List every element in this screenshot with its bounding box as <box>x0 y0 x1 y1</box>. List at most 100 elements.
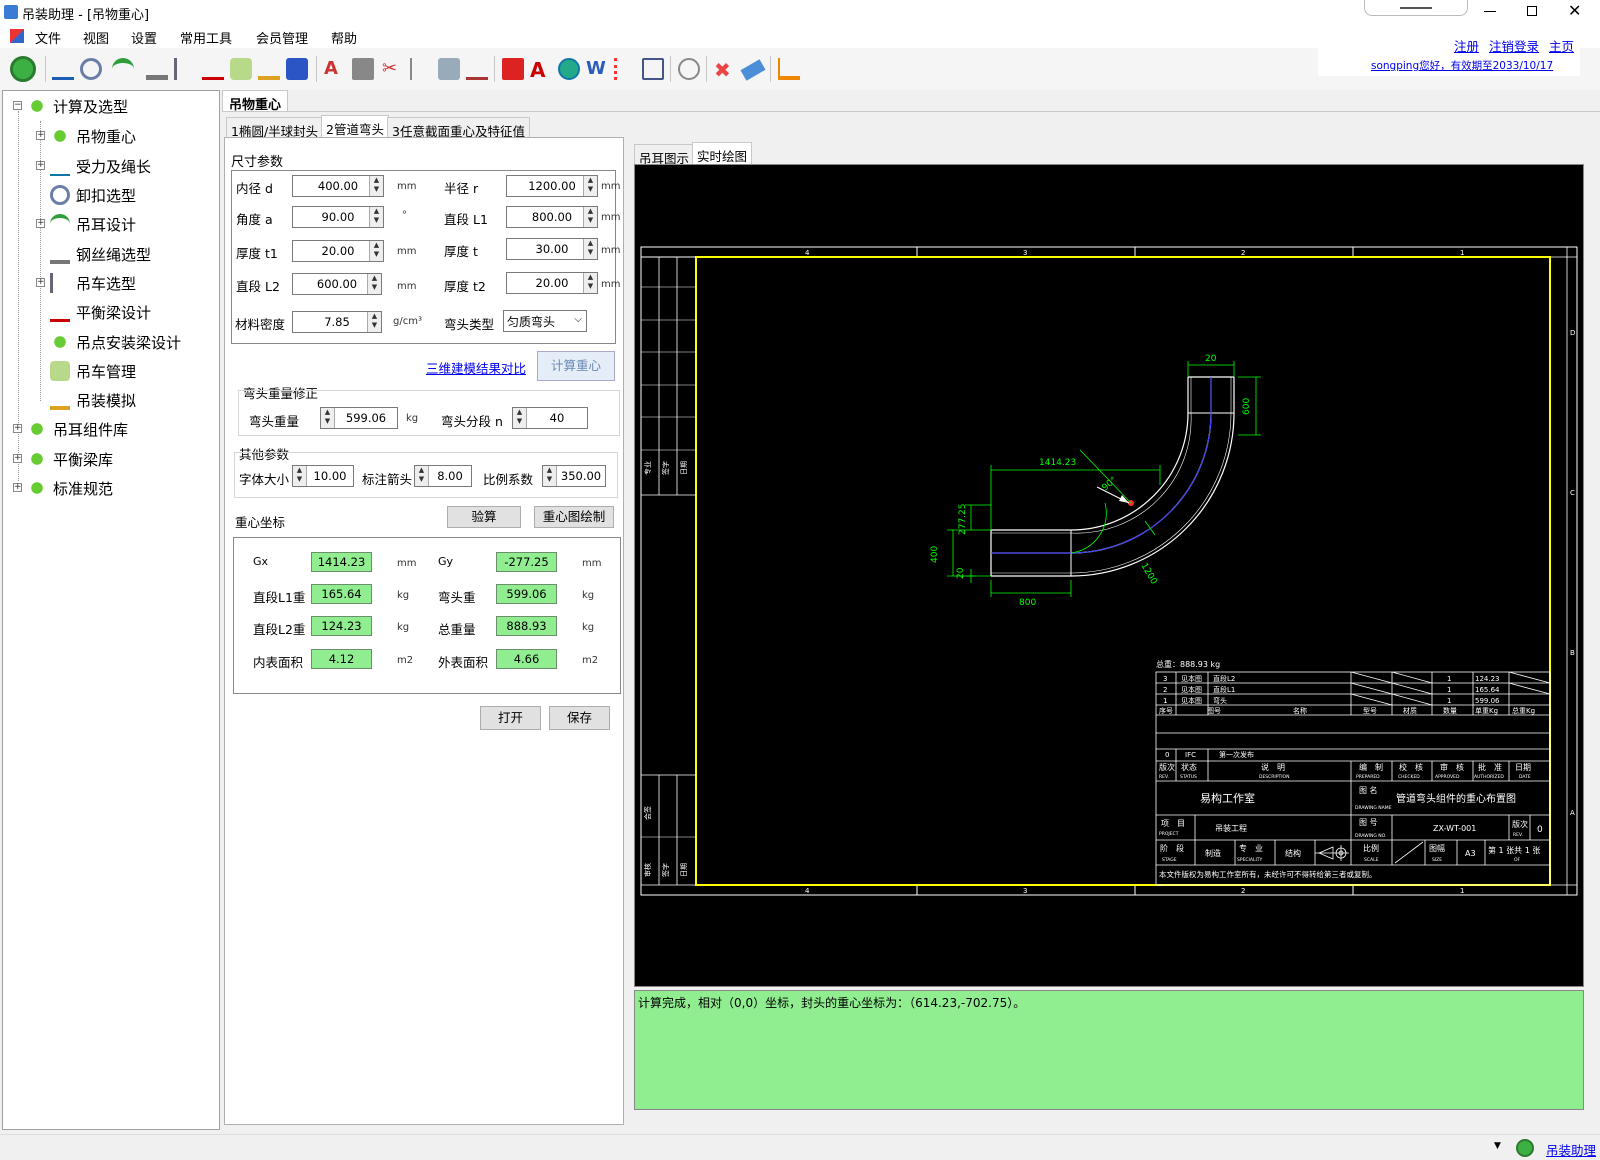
app-logo-icon[interactable] <box>10 56 36 82</box>
expand-toggle[interactable]: + <box>36 131 45 140</box>
cart-icon[interactable] <box>778 58 800 80</box>
title-label: 图 名 <box>1359 785 1378 795</box>
minimize-icon[interactable] <box>1484 11 1496 12</box>
cog-tool-icon[interactable] <box>52 58 74 80</box>
scale-label: 比例系数 <box>483 472 534 487</box>
compare-3d-link[interactable]: 三维建模结果对比 <box>426 358 526 377</box>
menu-view[interactable]: 视图 <box>83 28 109 47</box>
rev-value: 0 <box>1537 825 1543 835</box>
expand-toggle[interactable]: + <box>13 454 22 463</box>
speciality-label: 专 业 <box>1239 843 1263 853</box>
force-tool-icon[interactable] <box>80 58 102 80</box>
a-spin-arrows[interactable]: ▲ ▼ <box>369 207 383 227</box>
status-app-link[interactable]: 吊装助理 <box>1546 1140 1596 1159</box>
globe-icon[interactable] <box>558 58 580 80</box>
word-icon[interactable]: W <box>586 58 608 80</box>
cad-canvas[interactable]: 4 3 2 1 4 3 2 1 D C B A 专业 签字 日期 会签 审核 签… <box>634 164 1584 987</box>
pin-icon[interactable] <box>410 58 432 80</box>
bom-header: 总重Kg <box>1512 706 1535 715</box>
chat-icon[interactable] <box>678 58 700 80</box>
beam-icon <box>50 302 70 322</box>
tab-any-section[interactable]: 3任意截面重心及特征值 <box>387 117 530 139</box>
tree-standards[interactable]: 标准规范 <box>27 475 113 501</box>
calc-cog-button[interactable]: 计算重心 <box>537 351 615 381</box>
note-icon[interactable] <box>642 58 664 80</box>
menu-file[interactable]: 文件 <box>35 28 61 47</box>
tree-item-beam[interactable]: 平衡梁设计 <box>50 299 151 325</box>
verify-button[interactable]: 验算 <box>447 506 521 528</box>
collapse-toggle[interactable]: − <box>13 101 22 110</box>
elbow-type-select[interactable]: 匀质弯头 ⌵ <box>503 310 587 332</box>
expand-toggle[interactable]: + <box>13 424 22 433</box>
tab-cog[interactable]: 吊物重心 <box>222 90 289 113</box>
elbow-weight-spin-arrows[interactable]: ▲ ▼ <box>321 408 335 428</box>
tree-item-install-beam[interactable]: 吊点安装梁设计 <box>50 329 181 355</box>
arrow-size-spin-arrows[interactable]: ▲ ▼ <box>415 466 429 486</box>
brush-icon[interactable] <box>466 58 488 80</box>
logout-link[interactable]: 注销登录 <box>1489 36 1539 55</box>
L2-spin-arrows[interactable]: ▲ ▼ <box>367 274 381 294</box>
tree-item-force[interactable]: 受力及绳长 <box>50 153 151 179</box>
tree-item-lug[interactable]: 吊耳设计 <box>50 211 136 237</box>
scale-spin-arrows[interactable]: ▲ ▼ <box>543 466 557 486</box>
save-button[interactable]: 保存 <box>549 706 610 730</box>
register-link[interactable]: 注册 <box>1454 36 1479 55</box>
tree-item-rope[interactable]: 钢丝绳选型 <box>50 241 151 267</box>
font-size-spin-arrows[interactable]: ▲ ▼ <box>293 466 307 486</box>
tools-icon[interactable]: ✖ <box>714 58 736 82</box>
menu-member[interactable]: 会员管理 <box>256 28 308 47</box>
open-button[interactable]: 打开 <box>480 706 541 730</box>
tree-item-crane[interactable]: 吊车选型 <box>50 270 136 296</box>
install-tool-icon[interactable] <box>230 58 252 80</box>
tab-live-drawing[interactable]: 实时绘图 <box>692 142 753 165</box>
beam-tool-icon[interactable] <box>202 58 224 80</box>
menu-help[interactable]: 帮助 <box>331 28 357 47</box>
tab-lug-diagram[interactable]: 吊耳图示 <box>634 144 695 166</box>
maximize-icon[interactable] <box>1527 6 1537 16</box>
expand-toggle[interactable]: + <box>13 483 22 492</box>
image-icon[interactable] <box>438 58 460 80</box>
t2-spin-arrows[interactable]: ▲ ▼ <box>583 273 597 293</box>
tree-item-shackle[interactable]: 卸扣选型 <box>50 182 136 208</box>
L1-spin-arrows[interactable]: ▲ ▼ <box>583 207 597 227</box>
expand-toggle[interactable]: + <box>36 219 45 228</box>
t1-spin-arrows[interactable]: ▲ ▼ <box>369 241 383 261</box>
menu-tools[interactable]: 常用工具 <box>180 28 232 47</box>
text-tool-icon[interactable]: A <box>324 58 346 80</box>
crane-mgmt-icon[interactable] <box>258 58 280 80</box>
close-icon[interactable]: ✕ <box>1568 1 1581 20</box>
tree-item-cog[interactable]: 吊物重心 <box>50 123 136 149</box>
segments-spin-arrows[interactable]: ▲ ▼ <box>513 408 527 428</box>
tree-root[interactable]: 计算及选型 <box>27 93 128 119</box>
expand-toggle[interactable]: + <box>36 161 45 170</box>
t-spin-arrows[interactable]: ▲ ▼ <box>583 239 597 259</box>
tree-item-simulate[interactable]: 吊装模拟 <box>50 387 136 413</box>
projection-symbol <box>1315 845 1349 861</box>
tree-icon[interactable] <box>614 58 636 80</box>
crane-tool-icon[interactable] <box>174 58 196 80</box>
lug-tool-icon[interactable] <box>112 58 134 80</box>
eraser-icon[interactable] <box>740 59 766 81</box>
simulate-icon[interactable] <box>286 58 308 80</box>
calculator-icon[interactable] <box>352 58 374 80</box>
home-link[interactable]: 主页 <box>1549 36 1574 55</box>
pdf-icon[interactable] <box>502 58 524 80</box>
mdi-app-icon[interactable] <box>10 29 24 43</box>
font-icon[interactable]: A <box>530 58 552 82</box>
tree-beam-library[interactable]: 平衡梁库 <box>27 446 113 472</box>
tab-pipe-elbow[interactable]: 2管道弯头 <box>321 115 389 138</box>
cog-draw-button[interactable]: 重心图绘制 <box>534 506 614 528</box>
tree-lug-library[interactable]: 吊耳组件库 <box>27 416 128 442</box>
r-spin-arrows[interactable]: ▲ ▼ <box>583 176 597 196</box>
density-spin-arrows[interactable]: ▲ ▼ <box>367 312 381 332</box>
tree-item-crane-mgmt[interactable]: 吊车管理 <box>50 358 136 384</box>
tab-ellipse-head[interactable]: 1椭圆/半球封头 <box>226 117 324 139</box>
cut-icon[interactable]: ✂ <box>382 58 404 80</box>
rope-tool-icon[interactable] <box>146 58 168 80</box>
rev-header-en: REV. <box>1159 774 1169 780</box>
menu-settings[interactable]: 设置 <box>131 28 157 47</box>
window-search-pill[interactable] <box>1364 0 1468 16</box>
dropdown-arrow-icon[interactable]: ▼ <box>1494 1141 1501 1151</box>
expand-toggle[interactable]: + <box>36 278 45 287</box>
d-spin-arrows[interactable]: ▲ ▼ <box>369 176 383 196</box>
